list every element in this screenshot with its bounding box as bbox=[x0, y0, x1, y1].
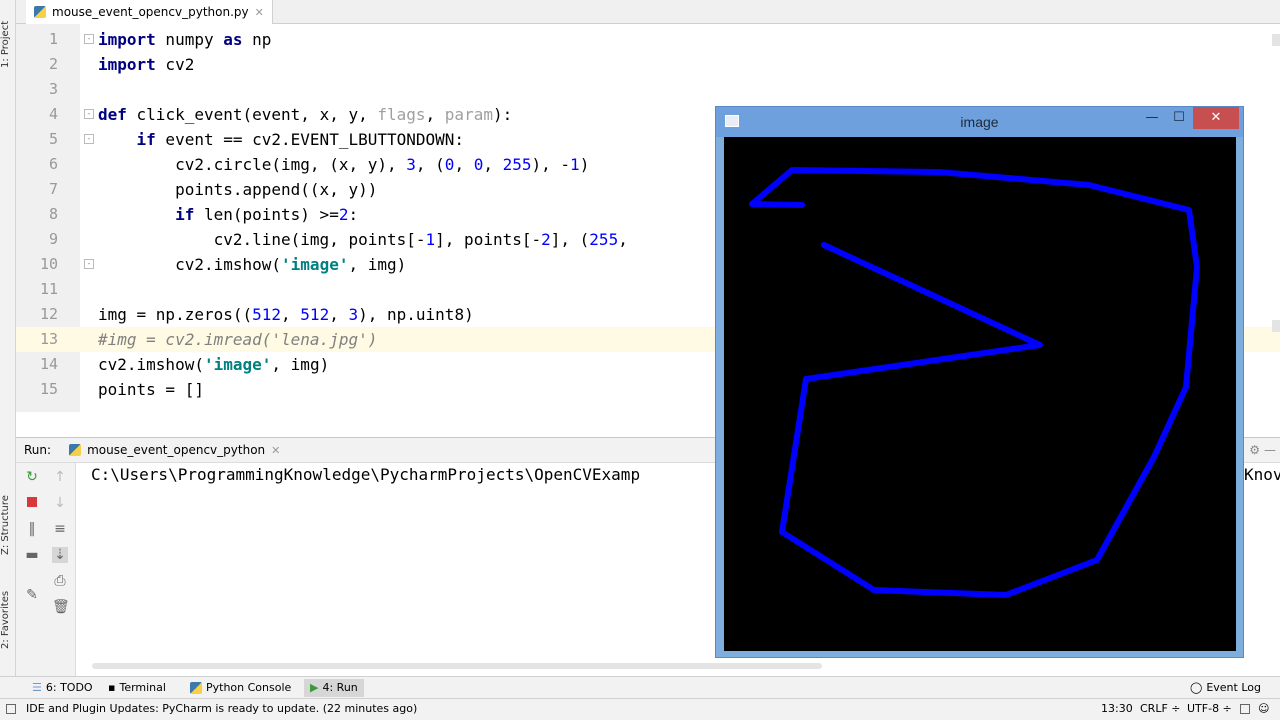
bottom-tool-tabs: ☰ 6: TODO ▪ Terminal Python Console ▶ 4: Ru… bbox=[0, 676, 1280, 698]
scroll-to-end-icon[interactable]: ⇣ bbox=[52, 547, 68, 563]
status-message[interactable]: IDE and Plugin Updates: PyCharm is ready… bbox=[26, 699, 417, 719]
project-tool-tab[interactable]: 1: Project bbox=[0, 4, 16, 84]
scrollbar-marker bbox=[1272, 34, 1280, 46]
code-text: cv2.imshow('image', img) bbox=[98, 355, 330, 374]
lock-icon[interactable] bbox=[1240, 704, 1250, 714]
code-text: cv2.line(img, points[-1], points[-2], (2… bbox=[98, 230, 628, 249]
line-number: 2 bbox=[48, 55, 58, 73]
structure-tool-tab[interactable]: Z: Structure bbox=[0, 490, 16, 560]
inspector-icon[interactable]: ☺ bbox=[1258, 699, 1269, 719]
layout-icon[interactable]: ▬ bbox=[24, 547, 40, 563]
maximize-button[interactable]: ☐ bbox=[1166, 107, 1192, 129]
line-number: 6 bbox=[48, 155, 58, 173]
code-text: if event == cv2.EVENT_LBUTTONDOWN: bbox=[136, 130, 465, 149]
line-number: 3 bbox=[48, 80, 58, 98]
file-encoding[interactable]: UTF-8 ÷ bbox=[1187, 699, 1232, 719]
print-icon[interactable]: ⎙ bbox=[52, 573, 68, 589]
code-text: #img = cv2.imread('lena.jpg') bbox=[98, 330, 378, 349]
code-text: img = np.zeros((512, 512, 3), np.uint8) bbox=[98, 305, 474, 324]
todo-tab-label: 6: TODO bbox=[45, 681, 93, 694]
scrollbar-marker bbox=[1272, 320, 1280, 332]
editor-tab-bar: mouse_event_opencv_python.py ✕ bbox=[16, 0, 1280, 24]
favorites-tool-tab[interactable]: 2: Favorites bbox=[0, 585, 16, 655]
terminal-tab-label: Terminal bbox=[119, 681, 166, 694]
editor-file-tab-label: mouse_event_opencv_python.py bbox=[52, 5, 249, 19]
terminal-icon: ▪ bbox=[108, 681, 116, 694]
todo-tool-tab[interactable]: ☰ 6: TODO bbox=[26, 679, 99, 697]
run-icon: ▶ bbox=[310, 681, 319, 694]
left-tool-strip: 1: Project Z: Structure 2: Favorites bbox=[0, 0, 16, 676]
console-output-tail: Knov bbox=[1244, 465, 1280, 484]
fold-icon[interactable]: - bbox=[84, 34, 94, 44]
line-number: 8 bbox=[48, 205, 58, 223]
run-panel-label: Run: bbox=[24, 443, 52, 457]
code-text: import numpy as np bbox=[98, 30, 272, 49]
fold-icon[interactable]: - bbox=[84, 134, 94, 144]
line-number: 5 bbox=[48, 130, 58, 148]
horizontal-scrollbar[interactable] bbox=[92, 663, 822, 669]
run-config-tab[interactable]: mouse_event_opencv_python ✕ bbox=[69, 443, 280, 457]
line-number: 11 bbox=[39, 280, 58, 298]
caret-position[interactable]: 13:30 bbox=[1101, 699, 1133, 719]
python-file-icon bbox=[34, 6, 46, 18]
close-tab-icon[interactable]: ✕ bbox=[255, 6, 264, 19]
code-line[interactable]: 1 import numpy as np bbox=[16, 27, 1280, 52]
python-file-icon bbox=[69, 444, 82, 456]
line-number: 13 bbox=[39, 330, 58, 348]
event-log-label: Event Log bbox=[1206, 681, 1261, 694]
run-tool-tab[interactable]: ▶ 4: Run bbox=[304, 679, 364, 697]
line-number: 9 bbox=[48, 230, 58, 248]
soft-wrap-icon[interactable]: ≡ bbox=[52, 521, 68, 537]
python-console-icon bbox=[190, 682, 202, 694]
stop-icon[interactable] bbox=[24, 495, 40, 511]
code-text: points.append((x, y)) bbox=[98, 180, 378, 199]
python-console-tool-tab[interactable]: Python Console bbox=[184, 679, 297, 697]
drawn-polyline bbox=[749, 167, 1200, 598]
editor-file-tab[interactable]: mouse_event_opencv_python.py ✕ bbox=[26, 0, 273, 24]
code-text: import cv2 bbox=[98, 55, 195, 74]
line-number: 15 bbox=[39, 380, 58, 398]
run-tab-label: 4: Run bbox=[322, 681, 358, 694]
line-number: 1 bbox=[48, 30, 58, 48]
event-log-icon: ◯ bbox=[1190, 681, 1203, 694]
code-text: def click_event(event, x, y, flags, para… bbox=[98, 105, 513, 124]
minimize-button[interactable]: — bbox=[1139, 107, 1165, 129]
line-number: 10 bbox=[39, 255, 58, 273]
pause-icon[interactable]: ‖ bbox=[24, 521, 40, 537]
down-arrow-icon[interactable]: ↓ bbox=[52, 495, 68, 511]
code-text: points = [] bbox=[98, 380, 204, 399]
close-tab-icon[interactable]: ✕ bbox=[271, 444, 280, 457]
up-arrow-icon[interactable]: ↑ bbox=[52, 469, 68, 485]
trash-icon[interactable]: 🗑 bbox=[52, 599, 70, 615]
image-window-title-bar[interactable]: image — ☐ ✕ bbox=[716, 107, 1243, 137]
hide-panel-icon[interactable]: — bbox=[1264, 443, 1276, 457]
line-number: 4 bbox=[48, 105, 58, 123]
status-bar: IDE and Plugin Updates: PyCharm is ready… bbox=[0, 698, 1280, 720]
line-separator[interactable]: CRLF ÷ bbox=[1140, 699, 1181, 719]
gear-icon[interactable]: ⚙ bbox=[1249, 443, 1260, 457]
code-text: cv2.imshow('image', img) bbox=[98, 255, 407, 274]
fold-icon[interactable]: - bbox=[84, 109, 94, 119]
terminal-tool-tab[interactable]: ▪ Terminal bbox=[102, 679, 172, 697]
line-number: 7 bbox=[48, 180, 58, 198]
pin-icon[interactable]: ✎ bbox=[24, 587, 40, 603]
code-line[interactable]: 3 bbox=[16, 77, 1280, 102]
close-button[interactable]: ✕ bbox=[1193, 107, 1239, 129]
python-console-tab-label: Python Console bbox=[206, 681, 292, 694]
code-text: if len(points) >=2: bbox=[175, 205, 359, 224]
fold-icon[interactable]: - bbox=[84, 259, 94, 269]
run-toolbar: ↻ ↑ ↓ ‖ ≡ ▬ ⇣ ⎙ ✎ 🗑 bbox=[16, 463, 76, 676]
todo-icon: ☰ bbox=[32, 681, 42, 694]
line-number: 14 bbox=[39, 355, 58, 373]
line-number: 12 bbox=[39, 305, 58, 323]
console-output-line: C:\Users\ProgrammingKnowledge\PycharmPro… bbox=[91, 465, 641, 484]
rerun-icon[interactable]: ↻ bbox=[24, 469, 40, 485]
code-line[interactable]: 2 import cv2 bbox=[16, 52, 1280, 77]
status-panel-icon[interactable] bbox=[6, 704, 16, 714]
image-canvas[interactable] bbox=[724, 137, 1236, 651]
image-window[interactable]: image — ☐ ✕ bbox=[715, 106, 1244, 658]
code-text: cv2.circle(img, (x, y), 3, (0, 0, 255), … bbox=[98, 155, 590, 174]
event-log-tool-tab[interactable]: ◯ Event Log bbox=[1184, 679, 1267, 697]
run-config-tab-label: mouse_event_opencv_python bbox=[87, 443, 266, 457]
